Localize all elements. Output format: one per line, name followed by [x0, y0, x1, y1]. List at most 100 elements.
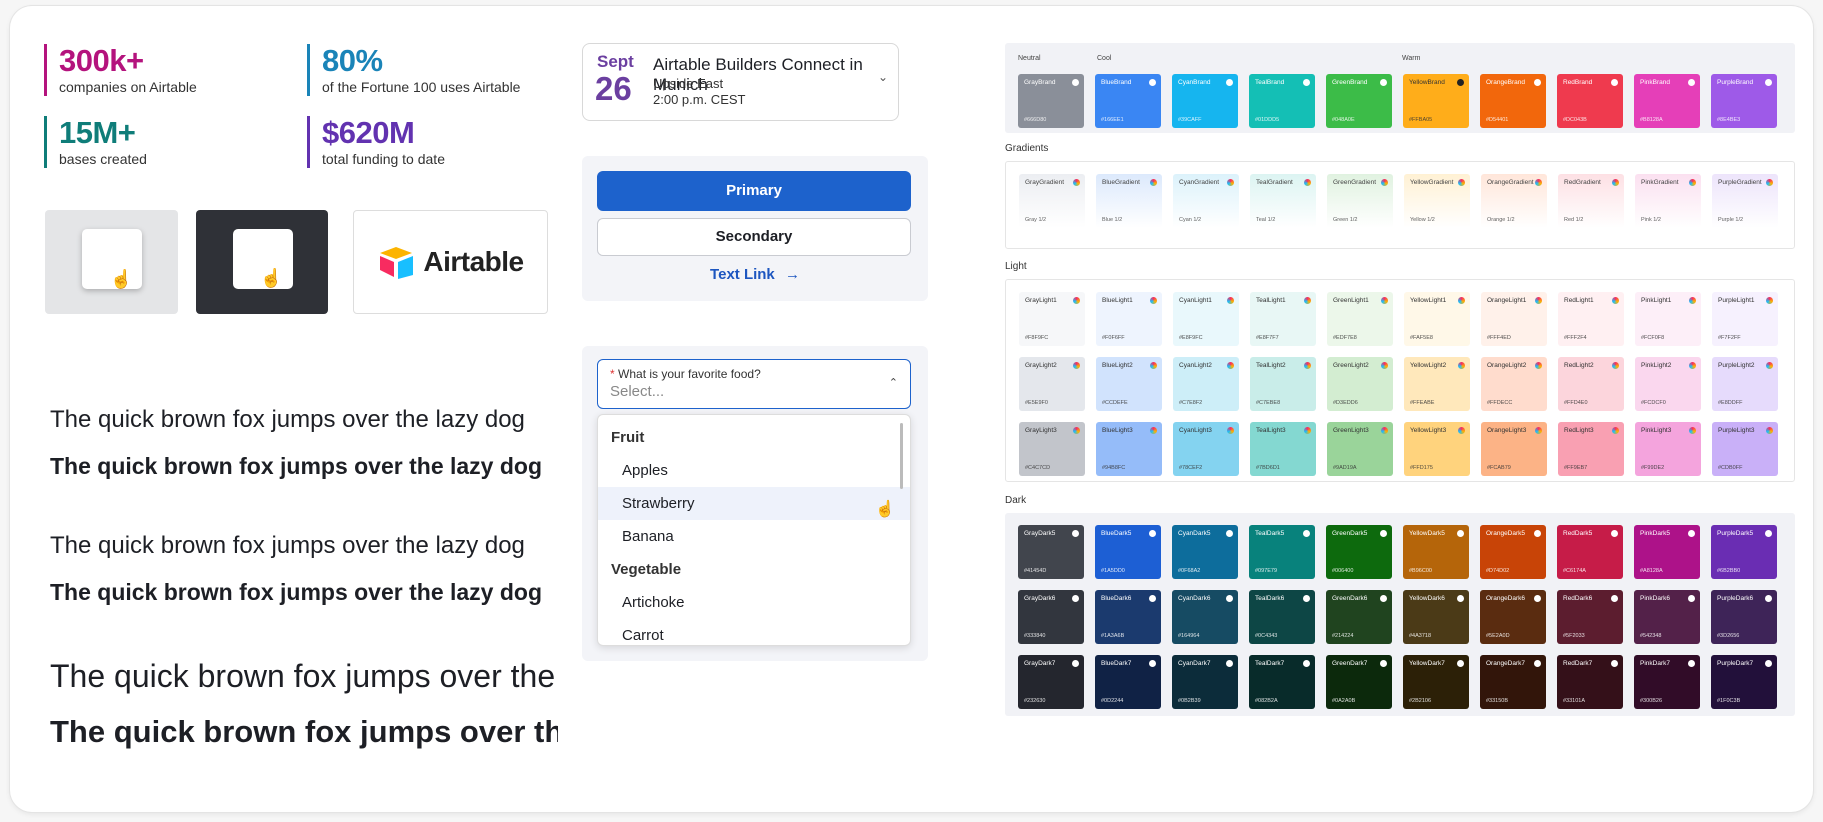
color-swatch[interactable]: TealBrand #01DDD5: [1249, 74, 1315, 128]
color-swatch[interactable]: OrangeDark7 #33150B: [1480, 655, 1546, 709]
color-swatch[interactable]: GreenDark7 #0A2A0B: [1326, 655, 1392, 709]
color-swatch[interactable]: PurpleLight1 #F7F2FF: [1712, 292, 1778, 346]
color-swatch[interactable]: BlueDark6 #1A3A6B: [1095, 590, 1161, 644]
color-swatch[interactable]: GrayBrand #666D80: [1018, 74, 1084, 128]
color-swatch[interactable]: YellowLight1 #FAF5E8: [1404, 292, 1470, 346]
primary-button[interactable]: Primary: [597, 171, 911, 211]
color-swatch[interactable]: RedGradient Red 1/2: [1558, 174, 1624, 228]
swatch-name: PinkDark7: [1640, 660, 1670, 667]
color-swatch[interactable]: BlueLight3 #94B8FC: [1096, 422, 1162, 476]
color-swatch[interactable]: GreenLight3 #9AD19A: [1327, 422, 1393, 476]
color-swatch[interactable]: BlueDark7 #0D2244: [1095, 655, 1161, 709]
color-swatch[interactable]: OrangeDark5 #D74D02: [1480, 525, 1546, 579]
color-swatch[interactable]: TealLight1 #E8F7F7: [1250, 292, 1316, 346]
color-swatch[interactable]: CyanLight3 #78CEF2: [1173, 422, 1239, 476]
color-swatch[interactable]: TealDark7 #082B2A: [1249, 655, 1315, 709]
color-swatch[interactable]: YellowLight3 #FFD175: [1404, 422, 1470, 476]
color-swatch[interactable]: TealDark6 #0C4343: [1249, 590, 1315, 644]
color-swatch[interactable]: CyanDark6 #164964: [1172, 590, 1238, 644]
option-artichoke[interactable]: Artichoke: [598, 586, 910, 619]
color-swatch[interactable]: PinkDark6 #542348: [1634, 590, 1700, 644]
color-swatch[interactable]: RedLight3 #FF9EB7: [1558, 422, 1624, 476]
color-swatch[interactable]: RedDark6 #5F2033: [1557, 590, 1623, 644]
chevron-down-icon[interactable]: ⌄: [878, 70, 888, 84]
color-swatch[interactable]: GreenDark6 #214224: [1326, 590, 1392, 644]
event-card[interactable]: Sept 26 Airtable Builders Connect in Mun…: [582, 43, 899, 121]
option-strawberry[interactable]: Strawberry: [598, 487, 910, 520]
color-swatch[interactable]: BlueDark5 #1A5DD0: [1095, 525, 1161, 579]
color-swatch[interactable]: YellowDark5 #B96C00: [1403, 525, 1469, 579]
color-swatch[interactable]: OrangeLight1 #FFF4ED: [1481, 292, 1547, 346]
option-apples[interactable]: Apples: [598, 454, 910, 487]
color-swatch[interactable]: RedLight2 #FFD4E0: [1558, 357, 1624, 411]
color-swatch[interactable]: GrayGradient Gray 1/2: [1019, 174, 1085, 228]
swatch-mode-icon: [1457, 595, 1464, 602]
color-swatch[interactable]: GreenBrand #048A0E: [1326, 74, 1392, 128]
color-swatch[interactable]: GrayDark5 #41454D: [1018, 525, 1084, 579]
color-swatch[interactable]: RedLight1 #FFF2F4: [1558, 292, 1624, 346]
color-swatch[interactable]: OrangeBrand #D54401: [1480, 74, 1546, 128]
color-swatch[interactable]: GreenLight2 #D3EDD6: [1327, 357, 1393, 411]
secondary-button[interactable]: Secondary: [597, 218, 911, 256]
option-banana[interactable]: Banana: [598, 520, 910, 553]
swatch-mode-icon: [1689, 297, 1696, 304]
color-swatch[interactable]: PinkDark5 #A8128A: [1634, 525, 1700, 579]
text-link[interactable]: Text Link →: [582, 266, 928, 283]
color-swatch[interactable]: CyanDark7 #0B2B39: [1172, 655, 1238, 709]
color-swatch[interactable]: BlueLight1 #F0F6FF: [1096, 292, 1162, 346]
color-swatch[interactable]: PurpleDark5 #6B2BB0: [1711, 525, 1777, 579]
color-swatch[interactable]: CyanBrand #39CAFF: [1172, 74, 1238, 128]
swatch-hex: #D3EDD6: [1333, 400, 1358, 406]
option-carrot[interactable]: Carrot: [598, 619, 910, 645]
color-swatch[interactable]: PurpleDark6 #3D2656: [1711, 590, 1777, 644]
color-swatch[interactable]: BlueBrand #166EE1: [1095, 74, 1161, 128]
color-swatch[interactable]: OrangeGradient Orange 1/2: [1481, 174, 1547, 228]
section-label-gradients: Gradients: [1005, 143, 1049, 154]
color-swatch[interactable]: PurpleBrand #8E4BE3: [1711, 74, 1777, 128]
color-swatch[interactable]: CyanGradient Cyan 1/2: [1173, 174, 1239, 228]
color-swatch[interactable]: PinkBrand #B8128A: [1634, 74, 1700, 128]
color-swatch[interactable]: OrangeLight2 #FFDECC: [1481, 357, 1547, 411]
color-swatch[interactable]: GreenLight1 #EDF7E8: [1327, 292, 1393, 346]
color-swatch[interactable]: TealDark5 #097E79: [1249, 525, 1315, 579]
color-swatch[interactable]: RedBrand #DC043B: [1557, 74, 1623, 128]
color-swatch[interactable]: YellowDark7 #2B2106: [1403, 655, 1469, 709]
color-swatch[interactable]: BlueLight2 #CCDEFE: [1096, 357, 1162, 411]
color-swatch[interactable]: PinkLight2 #FCDCF0: [1635, 357, 1701, 411]
color-swatch[interactable]: PinkLight3 #F99DE2: [1635, 422, 1701, 476]
color-swatch[interactable]: GrayLight1 #F8F9FC: [1019, 292, 1085, 346]
color-swatch[interactable]: OrangeLight3 #FCAB79: [1481, 422, 1547, 476]
dark-cursor-tile[interactable]: ☝: [196, 210, 328, 314]
color-swatch[interactable]: GrayLight2 #E5E9F0: [1019, 357, 1085, 411]
color-swatch[interactable]: TealGradient Teal 1/2: [1250, 174, 1316, 228]
dropdown-scrollbar[interactable]: [900, 423, 903, 489]
color-swatch[interactable]: GrayLight3 #C4C7CD: [1019, 422, 1085, 476]
favorite-food-select[interactable]: * What is your favorite food? Select... …: [597, 359, 911, 409]
color-swatch[interactable]: GrayDark6 #333840: [1018, 590, 1084, 644]
color-swatch[interactable]: PurpleLight2 #E8DDFF: [1712, 357, 1778, 411]
color-swatch[interactable]: PurpleDark7 #1F0C3B: [1711, 655, 1777, 709]
color-swatch[interactable]: CyanLight1 #E8F9FC: [1173, 292, 1239, 346]
color-swatch[interactable]: PurpleLight3 #CDB0FF: [1712, 422, 1778, 476]
color-swatch[interactable]: YellowBrand #FFBA05: [1403, 74, 1469, 128]
color-swatch[interactable]: YellowDark6 #4A3718: [1403, 590, 1469, 644]
color-swatch[interactable]: BlueGradient Blue 1/2: [1096, 174, 1162, 228]
color-swatch[interactable]: YellowLight2 #FFEABE: [1404, 357, 1470, 411]
color-swatch[interactable]: GrayDark7 #232630: [1018, 655, 1084, 709]
color-swatch[interactable]: PinkGradient Pink 1/2: [1635, 174, 1701, 228]
color-swatch[interactable]: TealLight3 #7BD6D1: [1250, 422, 1316, 476]
color-swatch[interactable]: GreenGradient Green 1/2: [1327, 174, 1393, 228]
color-swatch[interactable]: YellowGradient Yellow 1/2: [1404, 174, 1470, 228]
color-swatch[interactable]: PinkLight1 #FCF0F8: [1635, 292, 1701, 346]
color-swatch[interactable]: PurpleGradient Purple 1/2: [1712, 174, 1778, 228]
color-swatch[interactable]: TealLight2 #C7EBE8: [1250, 357, 1316, 411]
light-cursor-tile[interactable]: ☝: [45, 210, 178, 314]
color-swatch[interactable]: CyanLight2 #C7E8F2: [1173, 357, 1239, 411]
color-swatch[interactable]: PinkDark7 #300B26: [1634, 655, 1700, 709]
color-swatch[interactable]: OrangeDark6 #5E2A0D: [1480, 590, 1546, 644]
color-swatch[interactable]: RedDark5 #C6174A: [1557, 525, 1623, 579]
color-swatch[interactable]: CyanDark5 #0F68A2: [1172, 525, 1238, 579]
chevron-up-icon[interactable]: ⌃: [889, 376, 898, 389]
color-swatch[interactable]: RedDark7 #33101A: [1557, 655, 1623, 709]
color-swatch[interactable]: GreenDark5 #006400: [1326, 525, 1392, 579]
